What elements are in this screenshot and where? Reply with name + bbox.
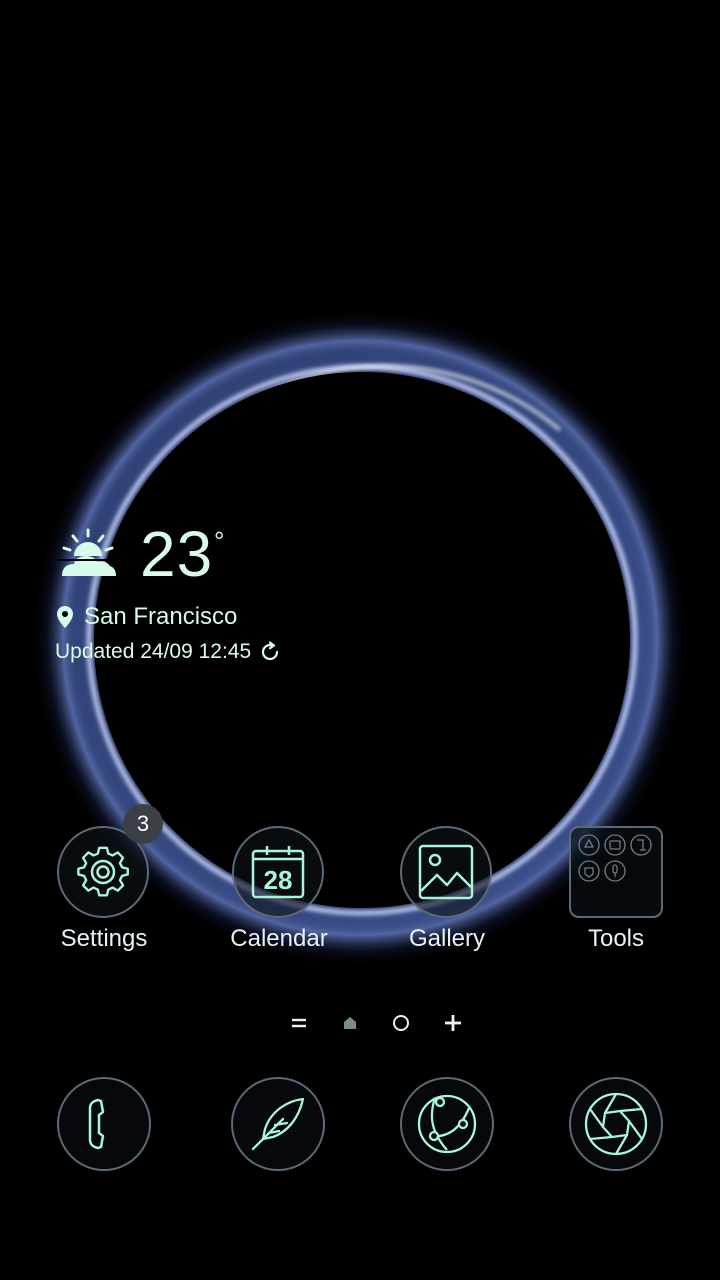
location-name: San Francisco [84, 603, 238, 630]
app-gallery[interactable]: Gallery [377, 826, 517, 966]
last-updated: Updated 24/09 12:45 [55, 640, 252, 663]
home-screen: 23 ° San Francisco Updated 24/09 12:45 S… [0, 0, 720, 1280]
temperature: 23 [140, 518, 214, 590]
location-pin-icon [57, 606, 73, 628]
calendar-day: 28 [264, 865, 293, 895]
updated-row: Updated 24/09 12:45 [55, 638, 281, 666]
weather-widget[interactable]: 23 ° San Francisco Updated 24/09 12:45 [0, 0, 720, 700]
refresh-icon[interactable] [259, 641, 281, 663]
camera-aperture-icon [584, 1092, 648, 1156]
notes-button[interactable] [231, 1077, 325, 1171]
notification-badge: 3 [123, 804, 163, 844]
temperature-unit: ° [214, 526, 225, 556]
phone-button[interactable] [57, 1077, 151, 1171]
calendar-icon: 28 [251, 846, 305, 899]
browser-icon [417, 1094, 477, 1154]
menu-icon[interactable] [284, 1008, 314, 1038]
page-dot[interactable] [386, 1008, 416, 1038]
app-calendar[interactable]: 28 Calendar [209, 826, 349, 966]
app-label: Settings [60, 925, 148, 952]
partly-cloudy-icon [58, 528, 118, 576]
image-icon [418, 844, 474, 900]
camera-button[interactable] [569, 1077, 663, 1171]
gallery-icon-button[interactable] [400, 826, 492, 918]
app-label: Gallery [408, 925, 486, 952]
location-row: San Francisco [56, 602, 237, 632]
app-settings[interactable]: Settings [34, 826, 174, 966]
home-icon[interactable] [335, 1008, 365, 1038]
tools-folder[interactable] [569, 826, 663, 918]
add-page-icon[interactable] [438, 1008, 468, 1038]
feather-icon [251, 1097, 305, 1151]
page-indicator [280, 1008, 470, 1038]
browser-button[interactable] [400, 1077, 494, 1171]
folder-label: Tools [587, 925, 645, 952]
gear-icon [77, 846, 129, 897]
phone-icon [88, 1098, 105, 1150]
app-label: Calendar [230, 925, 328, 952]
calendar-icon-button[interactable]: 28 [232, 826, 324, 918]
folder-contents-preview [578, 834, 652, 882]
